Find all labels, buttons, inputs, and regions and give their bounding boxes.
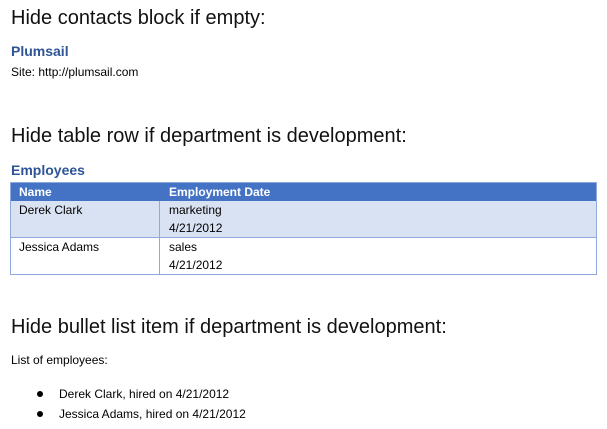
cell-employment: sales 4/21/2012 bbox=[160, 238, 596, 274]
column-header-employment-date: Employment Date bbox=[169, 185, 271, 199]
table-title: Employees bbox=[11, 162, 85, 178]
cell-employment: marketing 4/21/2012 bbox=[160, 201, 596, 237]
bullet-icon bbox=[37, 391, 43, 397]
list-item: Derek Clark, hired on 4/21/2012 bbox=[30, 384, 246, 404]
list-item-text: Jessica Adams, hired on 4/21/2012 bbox=[59, 407, 246, 421]
section-heading-bullets: Hide bullet list item if department is d… bbox=[11, 316, 447, 338]
employees-table: Name Employment Date Derek Clark marketi… bbox=[10, 182, 597, 275]
list-intro: List of employees: bbox=[11, 353, 108, 367]
column-header-name: Name bbox=[11, 183, 160, 201]
table-row: Derek Clark marketing 4/21/2012 bbox=[11, 201, 596, 237]
bullet-icon bbox=[37, 411, 43, 417]
section-heading-contacts: Hide contacts block if empty: bbox=[11, 7, 266, 29]
company-site: Site: http://plumsail.com bbox=[11, 65, 139, 79]
cell-department: sales bbox=[169, 240, 198, 254]
cell-department: marketing bbox=[169, 203, 222, 217]
employee-bullet-list: Derek Clark, hired on 4/21/2012 Jessica … bbox=[30, 384, 246, 424]
cell-name: Derek Clark bbox=[11, 201, 160, 237]
document-page: Hide contacts block if empty: Plumsail S… bbox=[0, 0, 607, 429]
table-header-row: Name Employment Date bbox=[11, 183, 596, 201]
list-item: Jessica Adams, hired on 4/21/2012 bbox=[30, 404, 246, 424]
table-row: Jessica Adams sales 4/21/2012 bbox=[11, 237, 596, 274]
list-item-text: Derek Clark, hired on 4/21/2012 bbox=[59, 387, 230, 401]
company-name: Plumsail bbox=[11, 43, 69, 59]
cell-date: 4/21/2012 bbox=[169, 258, 223, 272]
cell-date: 4/21/2012 bbox=[169, 221, 223, 235]
section-heading-table: Hide table row if department is developm… bbox=[11, 125, 407, 147]
cell-name: Jessica Adams bbox=[11, 238, 160, 274]
